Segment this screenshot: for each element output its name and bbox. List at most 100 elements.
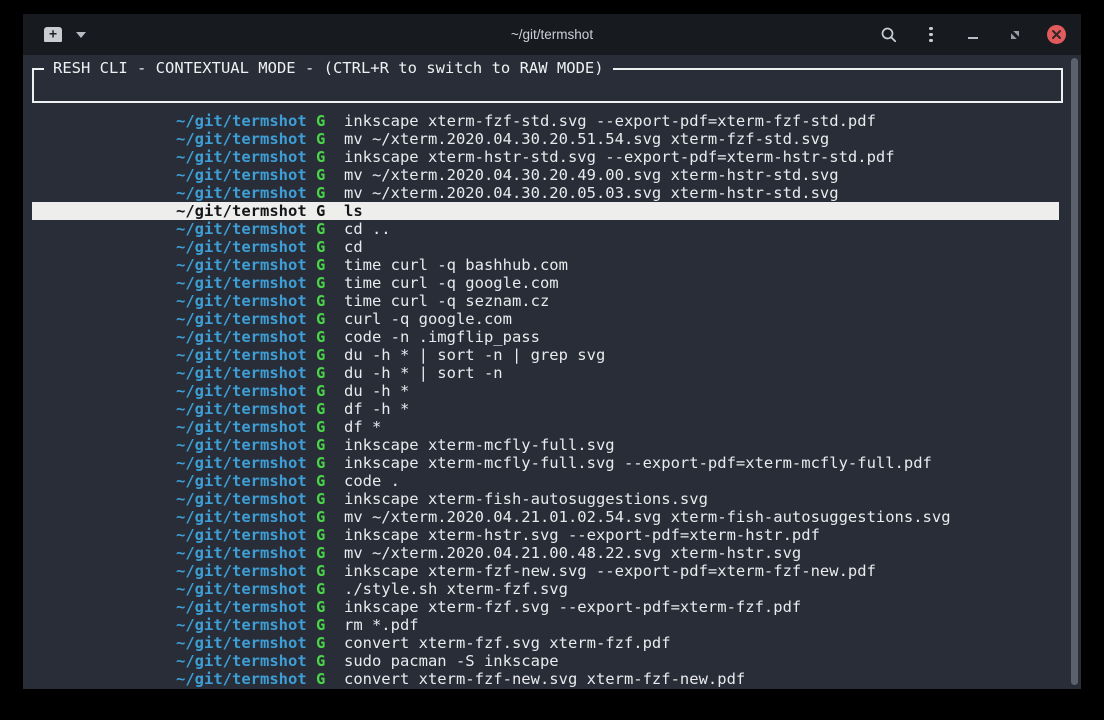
command-text: code . — [344, 472, 400, 490]
cwd-path: ~/git/termshot — [176, 166, 307, 184]
cwd-path: ~/git/termshot — [176, 544, 307, 562]
history-row[interactable]: ~/git/termshot G inkscape xterm-hstr-std… — [32, 148, 1059, 166]
menu-button[interactable] — [921, 25, 941, 45]
git-marker: G — [307, 454, 344, 472]
cwd-path: ~/git/termshot — [176, 472, 307, 490]
history-row[interactable]: ~/git/termshot G inkscape xterm-fzf-std.… — [32, 112, 1059, 130]
history-row[interactable]: ~/git/termshot G du -h * | sort -n — [32, 364, 1059, 382]
git-marker: G — [307, 544, 344, 562]
cwd-path: ~/git/termshot — [176, 382, 307, 400]
git-marker: G — [307, 256, 344, 274]
command-text: curl -q google.com — [344, 310, 512, 328]
history-row[interactable]: ~/git/termshot G mv ~/xterm.2020.04.21.0… — [32, 544, 1059, 562]
terminal-content: RESH CLI - CONTEXTUAL MODE - (CTRL+R to … — [23, 55, 1081, 689]
history-row[interactable]: ~/git/termshot G mv ~/xterm.2020.04.30.2… — [32, 184, 1059, 202]
close-button[interactable] — [1047, 25, 1066, 44]
history-row[interactable]: ~/git/termshot G inkscape xterm-hstr.svg… — [32, 526, 1059, 544]
history-row[interactable]: ~/git/termshot G time curl -q google.com — [32, 274, 1059, 292]
cwd-path: ~/git/termshot — [176, 526, 307, 544]
git-marker: G — [307, 400, 344, 418]
command-text: du -h * | sort -n — [344, 364, 503, 382]
history-row[interactable]: ~/git/termshot G curl -q google.com — [32, 310, 1059, 328]
command-text: inkscape xterm-fzf-new.svg --export-pdf=… — [344, 562, 876, 580]
command-text: convert xterm-fzf.svg xterm-fzf.pdf — [344, 634, 671, 652]
command-text: du -h * — [344, 382, 409, 400]
history-row[interactable]: ~/git/termshot G inkscape xterm-fish-aut… — [32, 490, 1059, 508]
command-text: inkscape xterm-hstr.svg --export-pdf=xte… — [344, 526, 820, 544]
history-row[interactable]: ~/git/termshot G mv ~/xterm.2020.04.21.0… — [32, 508, 1059, 526]
command-text: mv ~/xterm.2020.04.30.20.49.00.svg xterm… — [344, 166, 839, 184]
cwd-path: ~/git/termshot — [176, 454, 307, 472]
git-marker: G — [307, 328, 344, 346]
command-text: time curl -q bashhub.com — [344, 256, 568, 274]
command-text: convert xterm-fzf-new.svg xterm-fzf-new.… — [344, 670, 745, 688]
history-row[interactable]: ~/git/termshot G code -n .imgflip_pass — [32, 328, 1059, 346]
cwd-path: ~/git/termshot — [176, 418, 307, 436]
history-row[interactable]: ~/git/termshot G cd — [32, 238, 1059, 256]
command-text: cd — [344, 238, 363, 256]
git-marker: G — [307, 418, 344, 436]
history-row[interactable]: ~/git/termshot G inkscape xterm-fzf-new.… — [32, 562, 1059, 580]
cwd-path: ~/git/termshot — [176, 400, 307, 418]
command-text: mv ~/xterm.2020.04.30.20.51.54.svg xterm… — [344, 130, 829, 148]
command-text: mv ~/xterm.2020.04.21.00.48.22.svg xterm… — [344, 544, 801, 562]
history-row[interactable]: ~/git/termshot G du -h * — [32, 382, 1059, 400]
plus-icon: + — [49, 28, 57, 41]
git-marker: G — [307, 292, 344, 310]
close-icon — [1051, 29, 1062, 40]
history-row[interactable]: ~/git/termshot G du -h * | sort -n | gre… — [32, 346, 1059, 364]
git-marker: G — [307, 616, 344, 634]
command-text: inkscape xterm-mcfly-full.svg --export-p… — [344, 454, 932, 472]
cwd-path: ~/git/termshot — [176, 598, 307, 616]
history-row[interactable]: ~/git/termshot G code . — [32, 472, 1059, 490]
restore-button[interactable] — [1005, 25, 1025, 45]
history-row[interactable]: ~/git/termshot G df * — [32, 418, 1059, 436]
chevron-down-icon[interactable] — [76, 32, 86, 38]
history-row[interactable]: ~/git/termshot G cd .. — [32, 220, 1059, 238]
resh-query-input[interactable] — [42, 74, 1053, 99]
cwd-path: ~/git/termshot — [176, 436, 307, 454]
command-text: mv ~/xterm.2020.04.21.01.02.54.svg xterm… — [344, 508, 951, 526]
cwd-path: ~/git/termshot — [176, 508, 307, 526]
command-text: time curl -q google.com — [344, 274, 559, 292]
cwd-path: ~/git/termshot — [176, 634, 307, 652]
git-marker: G — [307, 436, 344, 454]
cwd-path: ~/git/termshot — [176, 580, 307, 598]
history-row[interactable]: ~/git/termshot G sudo pacman -S inkscape — [32, 652, 1059, 670]
cwd-path: ~/git/termshot — [176, 238, 307, 256]
cwd-path: ~/git/termshot — [176, 562, 307, 580]
restore-icon — [1010, 30, 1020, 40]
git-marker: G — [307, 670, 344, 688]
vertical-scrollbar[interactable] — [1071, 58, 1078, 685]
history-row[interactable]: ~/git/termshot G df -h * — [32, 400, 1059, 418]
git-marker: G — [307, 346, 344, 364]
new-tab-button[interactable]: + — [44, 27, 62, 42]
history-row[interactable]: ~/git/termshot G ./style.sh xterm-fzf.sv… — [32, 580, 1059, 598]
history-row[interactable]: ~/git/termshot G ls — [32, 202, 1059, 220]
command-text: mv ~/xterm.2020.04.30.20.05.03.svg xterm… — [344, 184, 839, 202]
history-row[interactable]: ~/git/termshot G mv ~/xterm.2020.04.30.2… — [32, 130, 1059, 148]
history-row[interactable]: ~/git/termshot G convert xterm-fzf.svg x… — [32, 634, 1059, 652]
history-row[interactable]: ~/git/termshot G rm *.pdf — [32, 616, 1059, 634]
command-text: inkscape xterm-hstr-std.svg --export-pdf… — [344, 148, 895, 166]
cwd-path: ~/git/termshot — [176, 328, 307, 346]
command-text: rm *.pdf — [344, 616, 419, 634]
history-row[interactable]: ~/git/termshot G mv ~/xterm.2020.04.30.2… — [32, 166, 1059, 184]
minimize-button[interactable] — [963, 25, 983, 45]
cwd-path: ~/git/termshot — [176, 292, 307, 310]
kebab-icon — [929, 27, 933, 43]
history-row[interactable]: ~/git/termshot G inkscape xterm-mcfly-fu… — [32, 454, 1059, 472]
command-text: df -h * — [344, 400, 409, 418]
history-row[interactable]: ~/git/termshot G inkscape xterm-mcfly-fu… — [32, 436, 1059, 454]
terminal-window: + ~/git/termshot — [23, 14, 1081, 689]
command-text: du -h * | sort -n | grep svg — [344, 346, 605, 364]
history-row[interactable]: ~/git/termshot G time curl -q bashhub.co… — [32, 256, 1059, 274]
history-row[interactable]: ~/git/termshot G inkscape xterm-fzf.svg … — [32, 598, 1059, 616]
cwd-path: ~/git/termshot — [176, 256, 307, 274]
search-button[interactable] — [879, 25, 899, 45]
command-text: inkscape xterm-fzf.svg --export-pdf=xter… — [344, 598, 801, 616]
command-text: inkscape xterm-fish-autosuggestions.svg — [344, 490, 708, 508]
git-marker: G — [307, 364, 344, 382]
history-row[interactable]: ~/git/termshot G convert xterm-fzf-new.s… — [32, 670, 1059, 688]
history-row[interactable]: ~/git/termshot G time curl -q seznam.cz — [32, 292, 1059, 310]
